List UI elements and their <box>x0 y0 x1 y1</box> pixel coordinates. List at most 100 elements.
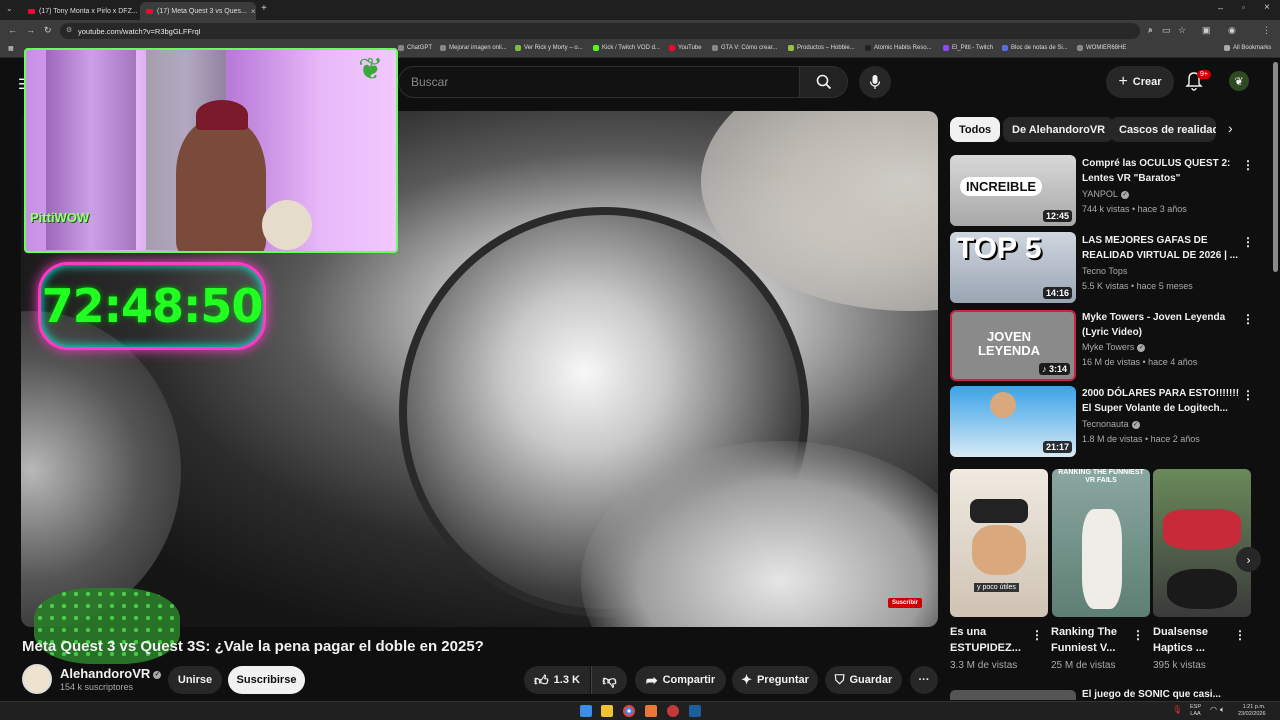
bookmark-item[interactable]: El_Pitti - Twitch <box>943 45 993 51</box>
save-label: Guardar <box>849 674 893 686</box>
more-options-icon[interactable]: ⋮ <box>1132 628 1144 642</box>
bookmark-item[interactable]: ChatGPT <box>398 45 432 51</box>
join-button[interactable]: Unirse <box>168 666 222 694</box>
app-icon[interactable] <box>645 705 657 717</box>
subscribe-button[interactable]: Suscribirse <box>228 666 305 694</box>
voice-search-button[interactable] <box>859 66 891 98</box>
back-icon[interactable]: ← <box>8 25 17 35</box>
share-label: Compartir <box>662 674 716 686</box>
bookmark-item[interactable]: Atomic Habits Reso... <box>865 45 932 51</box>
recommendation-channel[interactable]: Myke Towers ✓ <box>1082 342 1146 352</box>
maximize-icon[interactable]: ▫ <box>1242 3 1245 12</box>
reload-icon[interactable]: ↻ <box>44 25 52 36</box>
minimize-icon[interactable]: – <box>1218 3 1223 13</box>
more-options-icon[interactable]: ⋮ <box>1031 628 1043 642</box>
recommendation-title[interactable]: Compré las OCULUS QUEST 2: Lentes VR "Ba… <box>1082 156 1242 186</box>
search-tab-icon[interactable]: ⌕ <box>1148 25 1153 36</box>
channel-name[interactable]: AlehandoroVR ✓ <box>60 666 162 681</box>
more-actions-button[interactable]: ··· <box>910 666 938 694</box>
chip-channel[interactable]: De AlehandoroVR <box>1003 117 1115 142</box>
bookmark-item[interactable]: Mejorar imagen onli... <box>440 45 507 51</box>
short-title[interactable]: Ranking The Funniest V... <box>1051 624 1131 656</box>
save-button[interactable]: ⛉ Guardar <box>825 666 902 694</box>
tab-search-icon[interactable]: ⌄ <box>6 4 13 13</box>
subscribe-watermark[interactable]: Suscribir <box>888 598 923 608</box>
site-info-icon[interactable]: ⚙ <box>66 26 72 34</box>
search-input[interactable]: Buscar <box>398 66 800 98</box>
shorts-next-button[interactable]: › <box>1236 547 1261 572</box>
tab-2[interactable]: (17) Meta Quest 3 vs Ques... × <box>140 2 256 20</box>
chrome-icon[interactable] <box>623 705 635 717</box>
share-button[interactable]: ➦ Compartir <box>635 666 726 694</box>
menu-icon[interactable]: ⋮ <box>1262 25 1271 36</box>
like-button[interactable]: 👍︎ 1.3 K <box>524 666 590 694</box>
more-options-icon[interactable]: ⋮ <box>1242 388 1254 402</box>
bookmark-item[interactable]: Ver Rick y Morty – o... <box>515 45 583 51</box>
keyboard-language[interactable]: ESP LAA <box>1190 704 1201 718</box>
microphone-muted-icon[interactable]: 🎙︎ <box>1172 705 1182 714</box>
more-options-icon[interactable]: ⋮ <box>1242 312 1254 326</box>
short-title[interactable]: Dualsense Haptics ... <box>1153 624 1233 656</box>
volume-icon[interactable]: 🔈︎ <box>1220 705 1225 715</box>
forward-icon[interactable]: → <box>26 25 35 35</box>
create-button[interactable]: + Crear <box>1106 66 1174 98</box>
tab-close-icon[interactable]: × <box>251 7 256 16</box>
short-thumbnail[interactable] <box>1153 469 1251 617</box>
more-options-icon[interactable]: ⋮ <box>1242 235 1254 249</box>
address-bar[interactable]: ⚙ youtube.com/watch?v=R3bgGLFFrqI ⌕ <box>60 23 1152 39</box>
recommendation-title[interactable]: El juego de SONIC que casi... <box>1082 689 1221 700</box>
bookmark-item[interactable]: YouTube <box>669 45 702 51</box>
recommendation-title[interactable]: 2000 DÓLARES PARA ESTO!!!!!!! El Super V… <box>1082 386 1242 416</box>
bookmark-item[interactable]: Bloc de notas de Si... <box>1002 45 1068 51</box>
wifi-icon[interactable]: ◠ <box>1210 705 1217 714</box>
bookmark-item[interactable]: Kick / Twitch VOD d... <box>593 45 660 51</box>
video-thumbnail[interactable] <box>950 690 1076 700</box>
ask-button[interactable]: ✦ Preguntar <box>732 666 818 694</box>
video-thumbnail[interactable]: JOVEN LEYENDA ♪ 3:14 <box>950 310 1076 381</box>
recommendation-meta: 1.8 M de vistas • hace 2 años <box>1082 434 1200 444</box>
bookmark-item[interactable]: WOMIER68HE <box>1077 45 1126 51</box>
dislike-button[interactable]: 👎︎ <box>591 666 627 694</box>
chevron-right-icon[interactable]: › <box>1228 120 1233 136</box>
more-options-icon[interactable]: ⋮ <box>1242 158 1254 172</box>
recommendation-title[interactable]: LAS MEJORES GAFAS DE REALIDAD VIRTUAL DE… <box>1082 233 1242 263</box>
apps-icon[interactable]: ▦ <box>8 45 14 52</box>
profile-icon[interactable]: ◉ <box>1228 25 1236 36</box>
verified-icon: ✓ <box>1120 190 1129 199</box>
video-duration: 12:45 <box>1042 210 1072 222</box>
cap <box>196 100 248 130</box>
chip-all[interactable]: Todos <box>950 117 1001 142</box>
file-explorer-icon[interactable] <box>601 705 613 717</box>
channel-avatar[interactable] <box>22 664 52 694</box>
account-avatar[interactable]: ❦ <box>1229 71 1249 91</box>
all-bookmarks[interactable]: All Bookmarks <box>1224 45 1271 51</box>
more-options-icon[interactable]: ⋮ <box>1234 628 1246 642</box>
page-scrollbar[interactable] <box>1273 62 1278 272</box>
search-button[interactable] <box>800 66 848 98</box>
short-thumbnail[interactable]: y poco útiles <box>950 469 1048 617</box>
youtube-favicon-icon <box>28 8 35 14</box>
recommendation-channel[interactable]: YANPOL ✓ <box>1082 189 1129 199</box>
short-thumbnail[interactable]: RANKING THE FUNNIEST VR FAILS <box>1052 469 1150 617</box>
bookmark-star-icon[interactable]: ☆ <box>1178 25 1186 36</box>
new-tab-icon[interactable]: + <box>261 3 267 14</box>
video-thumbnail[interactable]: INCREIBLE 12:45 <box>950 155 1076 226</box>
steam-icon[interactable] <box>689 705 701 717</box>
video-thumbnail[interactable]: 21:17 <box>950 386 1076 457</box>
bookmark-item[interactable]: Productos – Hobbie... <box>788 45 855 51</box>
cast-icon[interactable]: ▭ <box>1162 25 1171 36</box>
short-title[interactable]: Es una ESTUPIDEZ... <box>950 624 1030 656</box>
windows-start-icon[interactable] <box>580 705 592 717</box>
app-icon[interactable] <box>667 705 679 717</box>
tab-1[interactable]: (17) Tony Monta x Pirlo x DFZ... × <box>22 2 138 20</box>
clock[interactable]: 1:21 p.m. 23/02/2026 <box>1238 704 1266 718</box>
recommendation-channel[interactable]: Tecno Tops <box>1082 266 1127 276</box>
notification-count-badge: 9+ <box>1197 70 1211 79</box>
recommendation-channel[interactable]: Tecnonauta ✓ <box>1082 419 1140 429</box>
recommendation-title[interactable]: Myke Towers - Joven Leyenda (Lyric Video… <box>1082 310 1242 340</box>
extensions-icon[interactable]: ▣ <box>1202 25 1211 36</box>
close-window-icon[interactable]: × <box>1264 2 1270 13</box>
chip-vr-headsets[interactable]: Cascos de realidad <box>1110 117 1216 142</box>
video-thumbnail[interactable]: TOP 5 14:16 <box>950 232 1076 303</box>
bookmark-item[interactable]: GTA V: Cómo crear... <box>712 45 777 51</box>
